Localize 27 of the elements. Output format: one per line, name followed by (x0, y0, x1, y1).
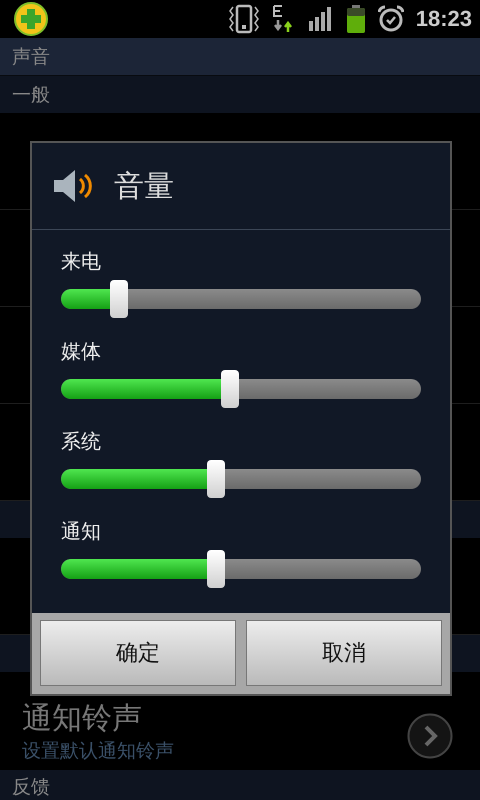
volume-slider[interactable] (61, 379, 421, 399)
battery-icon (346, 5, 366, 33)
item-summary: 设置默认通知铃声 (22, 740, 174, 762)
vibrate-icon (228, 4, 260, 34)
status-time: 18:23 (416, 6, 472, 32)
signal-icon (308, 7, 334, 31)
section-header-text: 一般 (12, 82, 50, 108)
item-title: 通知铃声 (22, 702, 143, 736)
slider-thumb[interactable] (206, 550, 225, 588)
dialog-button[interactable]: 确定 (40, 620, 236, 686)
volume-slider[interactable] (61, 469, 421, 489)
slider-thumb[interactable] (221, 370, 240, 408)
slider-label: 通知 (61, 518, 102, 545)
dialog-button[interactable]: 取消 (246, 620, 442, 686)
alarm-clock-icon (378, 5, 404, 33)
slider-label: 媒体 (61, 338, 102, 365)
slider-thumb[interactable] (206, 460, 225, 498)
section-header-text: 反馈 (12, 775, 50, 800)
slider-label: 系统 (61, 428, 102, 455)
slider-label: 来电 (61, 248, 102, 275)
volume-slider[interactable] (61, 289, 421, 309)
volume-slider[interactable] (61, 559, 421, 579)
dialog-title: 音量 (114, 168, 174, 206)
screen-title: 声音 (12, 44, 50, 70)
slider-thumb[interactable] (110, 280, 128, 318)
shield-plus-icon (13, 1, 49, 37)
chevron-right-icon[interactable] (407, 713, 453, 759)
